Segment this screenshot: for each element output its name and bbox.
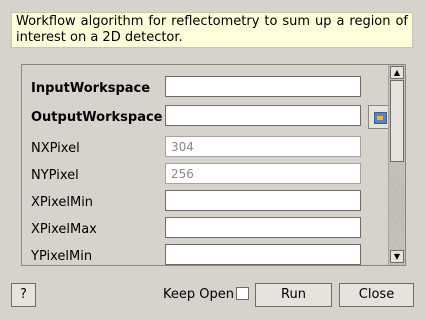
property-label: OutputWorkspace xyxy=(31,110,163,125)
property-label: NYPixel xyxy=(31,168,79,183)
nxpixel-input[interactable] xyxy=(165,136,361,157)
xpixelmax-input[interactable] xyxy=(165,217,361,238)
outputworkspace-input[interactable] xyxy=(165,105,361,126)
property-row-nypixel: NYPixel xyxy=(22,163,386,190)
inputworkspace-input[interactable] xyxy=(165,76,361,97)
help-button[interactable]: ? xyxy=(11,283,36,307)
property-row-ypixelmin: YPixelMin xyxy=(22,244,386,265)
property-row-inputworkspace: InputWorkspace xyxy=(22,76,386,103)
arrow-down-icon[interactable]: ▼ xyxy=(390,250,404,263)
property-row-xpixelmax: XPixelMax xyxy=(22,217,386,244)
keep-open-checkbox[interactable] xyxy=(236,287,249,300)
run-button[interactable]: Run xyxy=(255,283,332,307)
properties-panel: InputWorkspace OutputWorkspace NXPixel N… xyxy=(21,64,406,266)
property-label: XPixelMin xyxy=(31,195,94,210)
property-label: YPixelMin xyxy=(31,249,93,264)
arrow-up-icon[interactable]: ▲ xyxy=(390,66,404,79)
close-button[interactable]: Close xyxy=(339,283,414,307)
property-label: InputWorkspace xyxy=(31,81,151,96)
property-row-outputworkspace: OutputWorkspace xyxy=(22,105,386,132)
scrollbar-thumb[interactable] xyxy=(390,80,404,162)
property-label: XPixelMax xyxy=(31,222,97,237)
property-label: NXPixel xyxy=(31,141,80,156)
keep-open-label: Keep Open xyxy=(163,287,234,302)
ypixelmin-input[interactable] xyxy=(165,244,361,265)
property-row-nxpixel: NXPixel xyxy=(22,136,386,163)
xpixelmin-input[interactable] xyxy=(165,190,361,211)
browse-button[interactable] xyxy=(368,105,389,129)
property-row-xpixelmin: XPixelMin xyxy=(22,190,386,217)
nypixel-input[interactable] xyxy=(165,163,361,184)
folder-browse-icon xyxy=(374,112,387,124)
algorithm-description: Workflow algorithm for reflectometry to … xyxy=(11,12,413,48)
vertical-scrollbar[interactable]: ▲ ▼ xyxy=(388,65,405,265)
